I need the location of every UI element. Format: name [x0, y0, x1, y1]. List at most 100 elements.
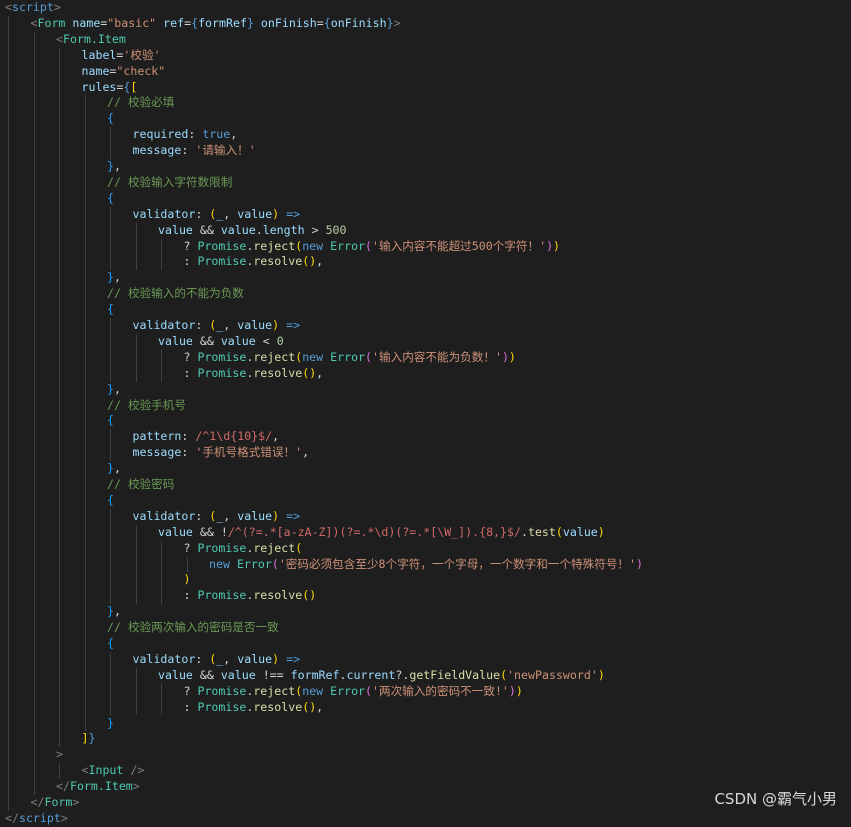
code-line: value && value !== formRef. current?. getF… — [158, 668, 605, 684]
code-token: ( — [209, 508, 217, 523]
code-line: ? Promise. reject(new Error('输入内容不能为负数！')… — [184, 350, 516, 366]
code-token: ) — [546, 238, 554, 253]
code-token: . — [255, 222, 263, 237]
code-token: } — [107, 604, 114, 619]
indent-guide — [161, 683, 162, 716]
code-token: value — [237, 508, 273, 523]
code-token: : — [183, 588, 198, 603]
code-token: ) — [508, 349, 516, 364]
code-token: , — [113, 159, 121, 173]
code-token: ( — [555, 524, 563, 539]
code-token: resolve — [253, 699, 303, 714]
code-token: && — [192, 333, 221, 348]
code-token: resolve — [253, 588, 303, 603]
code-line: { — [107, 413, 114, 429]
code-token: . — [246, 683, 254, 698]
code-token: Promise — [197, 349, 247, 364]
code-token: Form.Item — [62, 31, 126, 46]
code-token: > — [132, 779, 140, 794]
code-token: => — [286, 651, 301, 666]
code-line: </Form > — [31, 795, 80, 811]
code-line: validator: (_, value) => — [133, 207, 301, 223]
code-token: Promise — [197, 588, 247, 603]
code-line: }, — [107, 604, 121, 620]
code-line: validator: (_, value) => — [133, 509, 301, 525]
code-token: '手机号格式错误！' — [195, 445, 303, 460]
code-token: , — [223, 651, 238, 666]
code-token: '两次输入的密码不一致!' — [372, 683, 509, 698]
code-token: > — [304, 222, 326, 237]
code-token: formRef — [198, 15, 247, 30]
code-token: Error — [236, 556, 272, 571]
code-line: name = "check" — [82, 64, 166, 80]
code-token: Promise — [197, 699, 247, 714]
code-line: validator: (_, value) => — [133, 652, 301, 668]
code-token: _ — [216, 508, 224, 523]
indent-guide — [135, 333, 137, 382]
code-line: // 校验两次输入的密码是否一致 — [107, 620, 279, 636]
code-token: // 校验输入的不能为负数 — [107, 286, 244, 301]
code-token: ( — [365, 349, 373, 364]
code-token: . — [246, 349, 254, 364]
indent-guide — [110, 206, 111, 271]
code-token: : — [195, 508, 210, 523]
code-token: '请输入！' — [195, 143, 256, 158]
code-line: </Form.Item > — [56, 779, 140, 795]
code-token: value — [158, 667, 193, 682]
code-token: 0 — [276, 333, 284, 348]
code-token: Promise — [197, 238, 247, 253]
code-line: { — [107, 302, 114, 318]
code-token: new — [209, 556, 230, 571]
code-line: < Input /> — [82, 763, 145, 779]
code-token: } — [107, 715, 114, 730]
code-line: { — [107, 636, 114, 652]
code-token: label — [81, 47, 117, 62]
code-editor[interactable]: < script > < Form name = "basic" ref ={formRef}… — [0, 0, 851, 825]
code-token: } — [88, 731, 96, 746]
code-token: ( — [295, 238, 303, 253]
code-token: message — [132, 143, 182, 158]
indent-guide — [186, 556, 188, 573]
code-token: '输入内容不能为负数！' — [372, 349, 502, 364]
indent-guide — [110, 429, 111, 462]
code-token: < — [30, 15, 38, 30]
code-token: > — [56, 747, 63, 762]
code-token: ( — [209, 206, 217, 221]
code-token: validator — [132, 206, 196, 221]
code-token: pattern — [132, 429, 182, 444]
code-line: // 校验输入字符数限制 — [107, 175, 232, 191]
code-token: . — [246, 254, 254, 269]
code-token: '密码必须包含至少8个字符，一个字母，一个数字和一个特殊符号！' — [278, 556, 636, 571]
code-token: , — [316, 254, 324, 269]
code-token: ?. — [395, 667, 410, 682]
indent-guide — [110, 127, 111, 159]
code-token: ) — [309, 699, 317, 714]
code-token: value — [220, 667, 256, 682]
code-token: , — [113, 270, 121, 285]
code-token: // 校验手机号 — [107, 397, 186, 412]
code-token: ) — [272, 318, 280, 332]
code-token: onFinish — [330, 15, 387, 30]
code-token: ) — [309, 365, 317, 380]
code-token: : — [181, 143, 196, 158]
code-token: reject — [253, 238, 296, 253]
indent-guide — [161, 238, 162, 271]
code-token: { — [107, 302, 114, 317]
code-token: </ — [30, 795, 45, 809]
indent-guide — [161, 349, 162, 382]
code-token: ) — [508, 683, 516, 698]
code-token: > — [53, 0, 61, 14]
code-token: ( — [209, 651, 217, 666]
code-token: _ — [216, 651, 224, 666]
code-token: ( — [302, 588, 310, 603]
code-token: ) — [272, 651, 280, 666]
code-token: < — [56, 31, 63, 46]
code-line: new Error('密码必须包含至少8个字符，一个字母，一个数字和一个特殊符号… — [209, 557, 643, 573]
code-token: , — [316, 699, 324, 714]
code-token: reject — [253, 683, 296, 698]
